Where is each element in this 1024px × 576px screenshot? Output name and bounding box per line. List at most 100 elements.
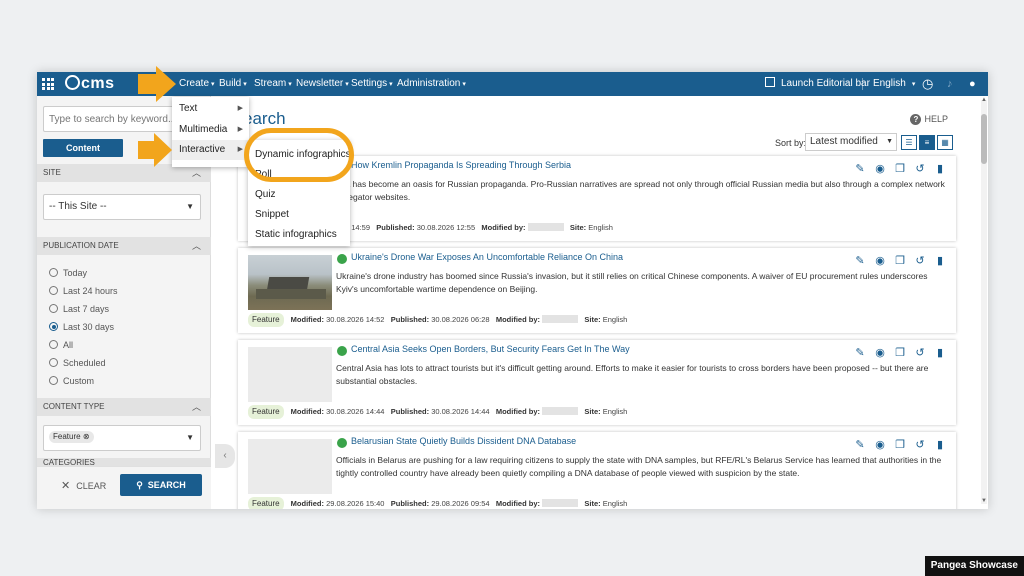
language-selector[interactable]: English ▾ [873,72,915,96]
close-icon[interactable]: ⊗ [83,432,90,441]
clear-button[interactable]: ✕ CLEAR [61,479,106,493]
article-meta: 6 14:59 Published: 30.08.2026 12:55 Modi… [345,223,613,232]
sort-select[interactable]: Latest modified ▼ [805,133,897,151]
article-title[interactable]: How Kremlin Propaganda Is Spreading Thro… [351,160,571,170]
feature-badge: Feature [248,497,284,509]
content-type-header[interactable]: CONTENT TYPE ︿ [37,398,211,416]
dropdown-arrow-icon: ▼ [186,433,194,442]
compact-view-icon[interactable]: ≡ [919,135,935,150]
card-actions: ✎ ◉ ❐ ↺ ▮ [846,255,946,267]
apps-grid-icon[interactable] [42,78,54,90]
article-meta: Feature Modified: 30.08.2026 14:52 Publi… [248,313,627,327]
content-type-select[interactable]: Feature ⊗ ▼ [43,425,201,451]
list-view-icon[interactable]: ☰ [901,135,917,150]
publication-date-header[interactable]: PUBLICATION DATE ︿ [37,237,211,255]
copy-icon[interactable]: ❐ [894,439,906,451]
article-title[interactable]: Ukraine's Drone War Exposes An Uncomfort… [351,252,623,262]
edit-icon[interactable]: ✎ [854,255,866,267]
menu-build[interactable]: Build ▾ [219,72,247,96]
trash-icon[interactable]: ▮ [934,439,946,451]
menu-item-snippet[interactable]: Snippet [248,205,350,225]
cms-logo[interactable]: cms [65,75,115,93]
edit-icon[interactable]: ✎ [854,439,866,451]
user-icon[interactable]: ● [969,72,976,96]
dropdown-arrow-icon: ▼ [886,138,893,145]
chevron-up-icon: ︿ [191,241,201,251]
clock-icon[interactable]: ◷ [922,72,933,96]
radio-today[interactable]: Today [49,266,87,280]
collapse-sidebar-handle[interactable]: ‹ [215,444,235,468]
radio-last-24-hours[interactable]: Last 24 hours [49,284,118,298]
menu-item-text[interactable]: Text ▶ [172,99,249,119]
bell-icon[interactable]: ♪ [947,72,953,96]
menu-item-static-infographics[interactable]: Static infographics [248,225,350,245]
menu-administration[interactable]: Administration ▾ [397,72,466,96]
dropdown-arrow-icon: ▼ [186,202,194,211]
globe-icon[interactable]: ◉ [874,439,886,451]
copy-icon[interactable]: ❐ [894,347,906,359]
search-button[interactable]: ⚲ SEARCH [120,474,202,496]
globe-icon[interactable]: ◉ [874,163,886,175]
article-meta: Feature Modified: 29.08.2026 15:40 Publi… [248,497,627,509]
history-icon[interactable]: ↺ [914,439,926,451]
help-icon: ? [910,114,922,125]
chevron-up-icon: ︿ [191,402,201,412]
help-link[interactable]: ? HELP [910,113,948,125]
chevron-right-icon: ▶ [237,146,243,153]
article-thumbnail[interactable] [248,347,332,402]
trash-icon[interactable]: ▮ [934,163,946,175]
page-title: earch [243,109,286,128]
article-card[interactable]: Central Asia Seeks Open Borders, But Sec… [238,340,956,425]
menu-item-quiz[interactable]: Quiz [248,185,350,205]
trash-icon[interactable]: ▮ [934,347,946,359]
chevron-right-icon: ▶ [237,105,243,112]
radio-all[interactable]: All [49,338,73,352]
menu-newsletter[interactable]: Newsletter ▾ [296,72,349,96]
feature-chip[interactable]: Feature ⊗ [49,431,94,443]
scrollbar-thumb[interactable] [981,114,987,164]
article-thumbnail[interactable] [248,439,332,494]
article-summary: Central Asia has lots to attract tourist… [336,363,929,386]
globe-icon[interactable]: ◉ [874,347,886,359]
menu-stream[interactable]: Stream ▾ [254,72,292,96]
history-icon[interactable]: ↺ [914,347,926,359]
search-icon: ⚲ [136,480,143,490]
article-meta: Feature Modified: 30.08.2026 14:44 Publi… [248,405,627,419]
content-button[interactable]: Content [43,139,123,157]
scroll-up-icon[interactable]: ▲ [981,97,987,103]
launch-editorial-bar-button[interactable]: Launch Editorial bar [765,72,870,96]
copy-icon[interactable]: ❐ [894,255,906,267]
globe-icon[interactable]: ◉ [874,255,886,267]
create-dropdown-menu: Text ▶ Multimedia ▶ Interactive ▶ [172,97,249,167]
article-summary: Officials in Belarus are pushing for a l… [336,455,942,478]
history-icon[interactable]: ↺ [914,255,926,267]
radio-last-30-days[interactable]: Last 30 days [49,320,114,334]
grid-view-icon[interactable]: ▦ [937,135,953,150]
trash-icon[interactable]: ▮ [934,255,946,267]
card-actions: ✎ ◉ ❐ ↺ ▮ [846,347,946,359]
feature-badge: Feature [248,313,284,327]
article-card[interactable]: Ukraine's Drone War Exposes An Uncomfort… [238,248,956,333]
copy-icon[interactable]: ❐ [894,163,906,175]
card-actions: ✎ ◉ ❐ ↺ ▮ [846,439,946,451]
external-link-icon [765,77,775,87]
menu-item-interactive[interactable]: Interactive ▶ [172,140,249,160]
chevron-right-icon: ▶ [237,126,243,133]
radio-scheduled[interactable]: Scheduled [49,356,106,370]
scroll-down-icon[interactable]: ▼ [981,498,987,504]
divider [862,78,863,90]
article-thumbnail[interactable] [248,255,332,310]
menu-settings[interactable]: Settings ▾ [351,72,393,96]
article-title[interactable]: Central Asia Seeks Open Borders, But Sec… [351,344,630,354]
radio-custom[interactable]: Custom [49,374,94,388]
edit-icon[interactable]: ✎ [854,163,866,175]
menu-create[interactable]: Create ▾ [179,72,215,96]
menu-item-multimedia[interactable]: Multimedia ▶ [172,120,249,140]
article-title[interactable]: Belarusian State Quietly Builds Dissiden… [351,436,576,446]
radio-last-7-days[interactable]: Last 7 days [49,302,109,316]
site-select[interactable]: -- This Site -- ▼ [43,194,201,220]
article-card[interactable]: Belarusian State Quietly Builds Dissiden… [238,432,956,509]
history-icon[interactable]: ↺ [914,163,926,175]
edit-icon[interactable]: ✎ [854,347,866,359]
main-scrollbar[interactable] [981,100,987,504]
